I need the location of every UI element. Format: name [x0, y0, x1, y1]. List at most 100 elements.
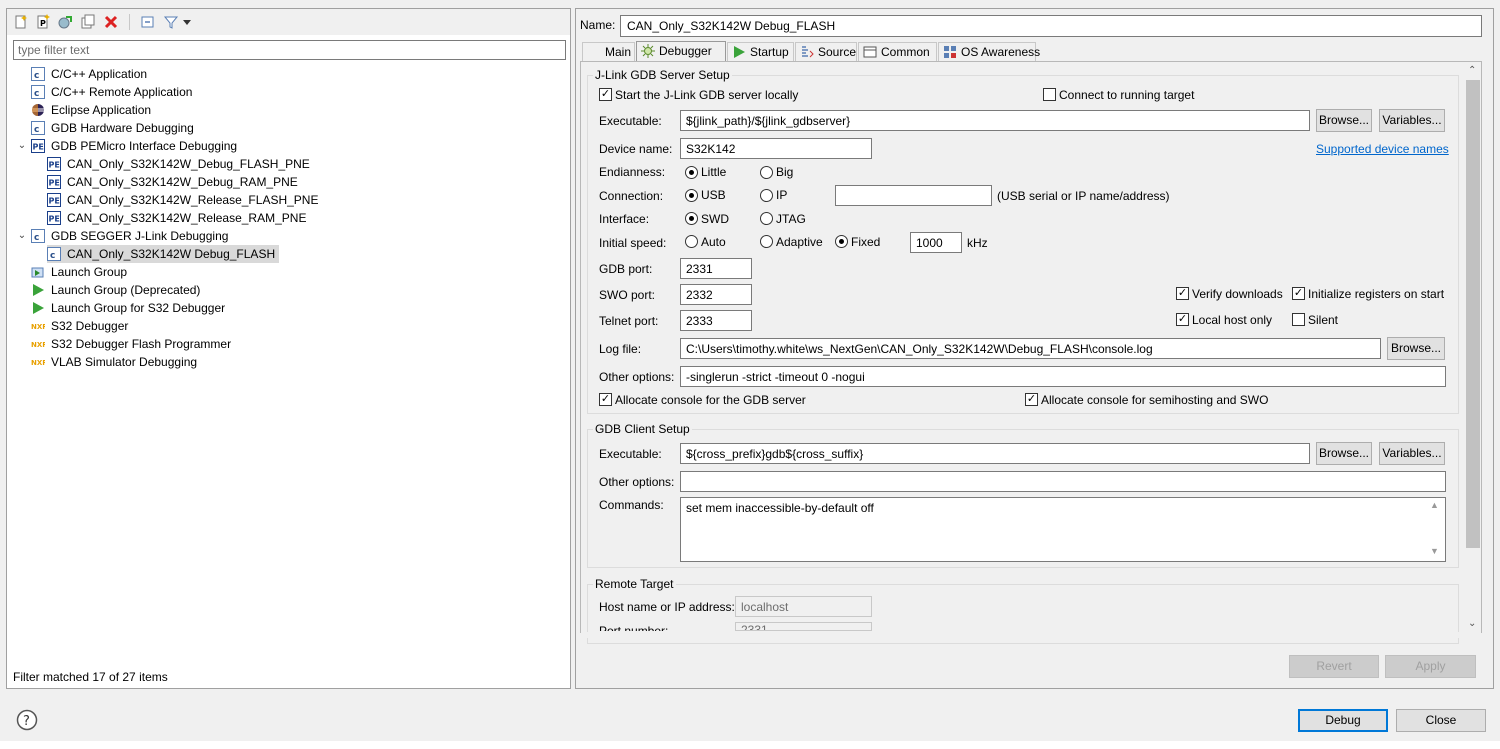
- close-button[interactable]: Close: [1396, 709, 1486, 732]
- gdb-port-input[interactable]: 2331: [680, 258, 752, 279]
- connection-usb-radio[interactable]: [685, 189, 698, 202]
- server-other-options-input[interactable]: -singlerun -strict -timeout 0 -nogui: [680, 366, 1446, 387]
- endian-big-label: Big: [776, 165, 794, 179]
- telnet-port-input[interactable]: 2333: [680, 310, 752, 331]
- tree-expand-twisty[interactable]: ⌄: [17, 137, 27, 155]
- tree-category-item[interactable]: NXP S32 Debugger: [31, 317, 132, 335]
- revert-button[interactable]: Revert: [1289, 655, 1379, 678]
- svg-text:PE: PE: [49, 215, 60, 224]
- tab-common[interactable]: Common: [858, 42, 937, 62]
- endian-big-radio[interactable]: [760, 166, 773, 179]
- config-name-input[interactable]: CAN_Only_S32K142W Debug_FLASH: [620, 15, 1482, 37]
- allocate-gdb-console-checkbox[interactable]: ✓: [599, 393, 612, 406]
- tree-category-item[interactable]: Launch Group for S32 Debugger: [31, 299, 229, 317]
- init-registers-checkbox[interactable]: ✓: [1292, 287, 1305, 300]
- connect-running-target-label: Connect to running target: [1059, 88, 1195, 102]
- verify-downloads-checkbox[interactable]: ✓: [1176, 287, 1189, 300]
- tree-category-item[interactable]: Launch Group (Deprecated): [31, 281, 204, 299]
- connection-hint: (USB serial or IP name/address): [997, 189, 1170, 203]
- speed-fixed-radio[interactable]: [835, 235, 848, 248]
- delete-icon[interactable]: [103, 14, 119, 30]
- tab-os-awareness[interactable]: OS Awareness: [938, 42, 1040, 62]
- remote-port-input[interactable]: 2331: [735, 622, 872, 631]
- tree-category-item[interactable]: c C/C++ Application: [31, 65, 151, 83]
- tree-category-item[interactable]: Launch Group: [31, 263, 131, 281]
- interface-jtag-radio[interactable]: [760, 212, 773, 225]
- silent-checkbox[interactable]: [1292, 313, 1305, 326]
- device-name-input[interactable]: S32K142: [680, 138, 872, 159]
- tree-item-label: CAN_Only_S32K142W_Release_FLASH_PNE: [67, 193, 319, 207]
- interface-swd-radio[interactable]: [685, 212, 698, 225]
- s32-icon: NXP: [31, 319, 47, 333]
- common-tab-icon: [863, 45, 877, 59]
- tree-config-item[interactable]: PE CAN_Only_S32K142W_Debug_RAM_PNE: [47, 173, 302, 191]
- commands-scroll-down-icon[interactable]: ▼: [1430, 546, 1439, 556]
- tree-config-item[interactable]: c CAN_Only_S32K142W Debug_FLASH: [47, 245, 280, 263]
- server-variables-button[interactable]: Variables...: [1379, 109, 1445, 132]
- duplicate-icon[interactable]: [80, 14, 96, 30]
- connection-address-input[interactable]: [835, 185, 992, 206]
- speed-adaptive-radio[interactable]: [760, 235, 773, 248]
- tab-source[interactable]: Source: [795, 42, 857, 62]
- supported-device-names-link[interactable]: Supported device names: [1316, 142, 1449, 156]
- apply-button[interactable]: Apply: [1385, 655, 1476, 678]
- pe-icon: PE: [47, 175, 61, 189]
- tree-category-item[interactable]: NXP VLAB Simulator Debugging: [31, 353, 201, 371]
- tab-label: Debugger: [659, 44, 712, 58]
- connection-ip-radio[interactable]: [760, 189, 773, 202]
- commands-scroll-up-icon[interactable]: ▲: [1430, 500, 1439, 510]
- new-config-icon[interactable]: [13, 14, 29, 30]
- export-icon[interactable]: [57, 14, 73, 30]
- start-server-locally-checkbox[interactable]: ✓: [599, 88, 612, 101]
- speed-auto-radio[interactable]: [685, 235, 698, 248]
- filter-icon[interactable]: [163, 14, 179, 30]
- server-browse-button[interactable]: Browse...: [1316, 109, 1372, 132]
- scroll-up-icon[interactable]: ⌃: [1468, 65, 1476, 76]
- tab-content-scrollbar-thumb[interactable]: [1466, 80, 1480, 548]
- endian-little-radio[interactable]: [685, 166, 698, 179]
- client-variables-button[interactable]: Variables...: [1379, 442, 1445, 465]
- remote-host-input[interactable]: localhost: [735, 596, 872, 617]
- tab-main[interactable]: Main: [582, 42, 635, 62]
- svg-text:c: c: [34, 71, 39, 81]
- help-icon[interactable]: ?: [16, 709, 38, 731]
- tree-item-label: GDB Hardware Debugging: [51, 121, 194, 135]
- tree-category-item[interactable]: PE GDB PEMicro Interface Debugging: [31, 137, 241, 155]
- commands-textarea[interactable]: set mem inaccessible-by-default off: [680, 497, 1446, 562]
- tree-category-item[interactable]: Eclipse Application: [31, 101, 155, 119]
- client-executable-input[interactable]: ${cross_prefix}gdb${cross_suffix}: [680, 443, 1310, 464]
- view-menu-icon[interactable]: [182, 14, 192, 30]
- tree-item-label: S32 Debugger: [51, 319, 129, 333]
- allocate-semihosting-console-checkbox[interactable]: ✓: [1025, 393, 1038, 406]
- speed-value-input[interactable]: 1000: [910, 232, 962, 253]
- tree-category-item[interactable]: NXP S32 Debugger Flash Programmer: [31, 335, 235, 353]
- svg-text:P: P: [40, 19, 46, 28]
- tree-config-item[interactable]: PE CAN_Only_S32K142W_Release_RAM_PNE: [47, 209, 310, 227]
- server-executable-input[interactable]: ${jlink_path}/${jlink_gdbserver}: [680, 110, 1310, 131]
- tab-debugger[interactable]: Debugger: [636, 41, 726, 63]
- scroll-down-icon[interactable]: ⌄: [1468, 618, 1476, 629]
- tree-item-label: GDB PEMicro Interface Debugging: [51, 139, 238, 153]
- swo-port-input[interactable]: 2332: [680, 284, 752, 305]
- tab-startup[interactable]: Startup: [727, 42, 794, 62]
- tree-config-item[interactable]: PE CAN_Only_S32K142W_Debug_FLASH_PNE: [47, 155, 314, 173]
- tree-config-item[interactable]: PE CAN_Only_S32K142W_Release_FLASH_PNE: [47, 191, 322, 209]
- c-app-icon: c: [31, 85, 45, 99]
- tree-category-item[interactable]: c C/C++ Remote Application: [31, 83, 196, 101]
- log-file-label: Log file:: [599, 342, 642, 356]
- new-prototype-icon[interactable]: P: [35, 14, 51, 30]
- tree-expand-twisty[interactable]: ⌄: [17, 227, 27, 245]
- client-other-options-input[interactable]: [680, 471, 1446, 492]
- main-tab-icon: [587, 45, 601, 59]
- tree-category-item[interactable]: c GDB Hardware Debugging: [31, 119, 198, 137]
- filter-input[interactable]: [13, 40, 566, 60]
- connect-running-target-checkbox[interactable]: [1043, 88, 1056, 101]
- log-file-browse-button[interactable]: Browse...: [1387, 337, 1445, 360]
- local-host-only-checkbox[interactable]: ✓: [1176, 313, 1189, 326]
- client-browse-button[interactable]: Browse...: [1316, 442, 1372, 465]
- collapse-all-icon[interactable]: [140, 14, 156, 30]
- debug-button[interactable]: Debug: [1298, 709, 1388, 732]
- pe-icon: PE: [47, 193, 61, 207]
- tree-category-item[interactable]: c GDB SEGGER J-Link Debugging: [31, 227, 232, 245]
- log-file-input[interactable]: C:\Users\timothy.white\ws_NextGen\CAN_On…: [680, 338, 1381, 359]
